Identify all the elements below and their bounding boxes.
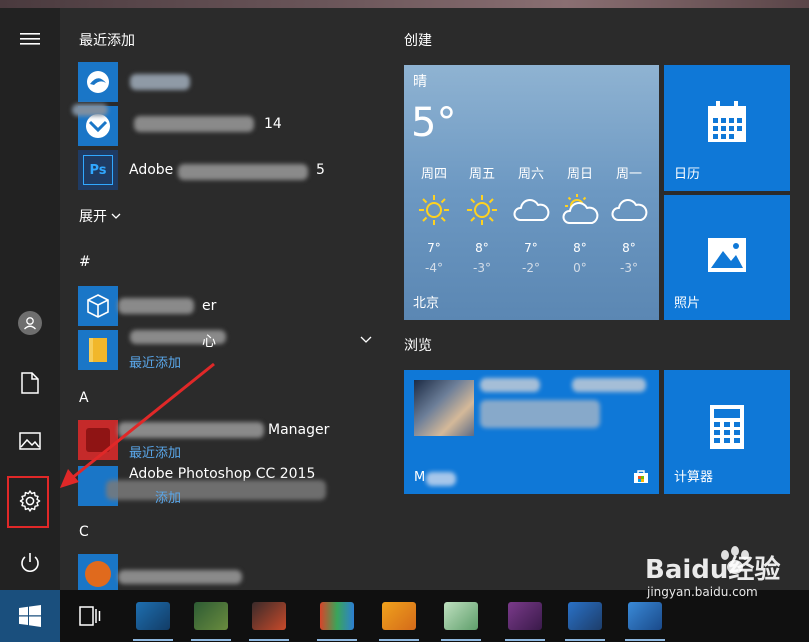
taskbar-app[interactable] [379,602,419,641]
taskbar-app[interactable] [565,602,605,641]
sun-icon [467,195,497,225]
store-tile[interactable]: M [404,370,659,494]
forecast-low: 0° [573,261,587,275]
forecast-day: 周一 [615,167,642,182]
forecast-high: 7° [524,241,538,255]
weather-tile[interactable]: 晴 5° 周四 周五 周六 周日 周一 7° 8° 7° 8° 8° -4° -… [404,65,659,320]
calculator-label: 计算器 [674,470,714,485]
annotation-arrow [60,362,215,488]
calendar-icon [708,101,746,142]
cloud-icon [513,199,550,221]
store-featured-image [414,380,474,436]
forecast-low: -2° [522,261,540,275]
photos-tile[interactable]: 照片 [664,195,790,320]
forecast-low: -3° [620,261,638,275]
watermark-brand: Baidu经验 [645,555,781,585]
forecast-day: 周日 [566,167,593,182]
forecast-high: 7° [427,241,441,255]
weather-city: 北京 [413,296,440,311]
taskbar-app[interactable] [249,602,289,641]
watermark-url: jingyan.baidu.com [647,585,758,599]
taskbar-app[interactable] [191,602,231,641]
task-view-icon [79,606,101,626]
tile-area: 创建 晴 5° 周四 周五 周六 周日 周一 7° 8° 7° 8° 8° -4… [390,8,809,590]
forecast-low: -3° [473,261,491,275]
calculator-tile[interactable]: 计算器 [664,370,790,494]
taskbar-app[interactable] [625,602,665,641]
sun-icon [419,195,449,225]
windows-logo-icon [19,605,41,627]
partly-cloudy-icon [562,194,599,224]
baidu-watermark: Baidu经验 jingyan.baidu.com [645,545,795,603]
tile-group-title[interactable]: 创建 [404,30,432,50]
weather-condition: 晴 [413,74,427,90]
forecast-day: 周六 [517,167,544,182]
calculator-icon [710,405,744,449]
forecast-high: 8° [622,241,636,255]
taskbar-app[interactable] [441,602,481,641]
photos-label: 照片 [674,296,701,311]
tile-group-title[interactable]: 浏览 [404,335,432,355]
forecast-day: 周四 [420,167,447,182]
calendar-tile[interactable]: 日历 [664,65,790,191]
cloud-icon [611,199,648,221]
store-bag-icon [634,470,648,483]
taskbar-app[interactable] [505,602,545,641]
forecast-high: 8° [573,241,587,255]
store-label: M [414,470,426,485]
calendar-label: 日历 [674,167,701,182]
weather-current-temp: 5° [411,100,457,146]
taskbar-app[interactable] [133,602,173,641]
start-menu: 最近添加 14 Ps Adobe 5 展开 # er 心 最近添加 A Mana… [0,8,809,594]
task-view-button[interactable] [72,602,108,630]
forecast-high: 8° [475,241,489,255]
start-button[interactable] [0,590,60,642]
photos-icon [708,238,746,272]
forecast-day: 周五 [468,167,495,182]
desktop-wallpaper-strip [0,0,809,8]
forecast-low: -4° [425,261,443,275]
taskbar-app[interactable] [317,602,357,641]
